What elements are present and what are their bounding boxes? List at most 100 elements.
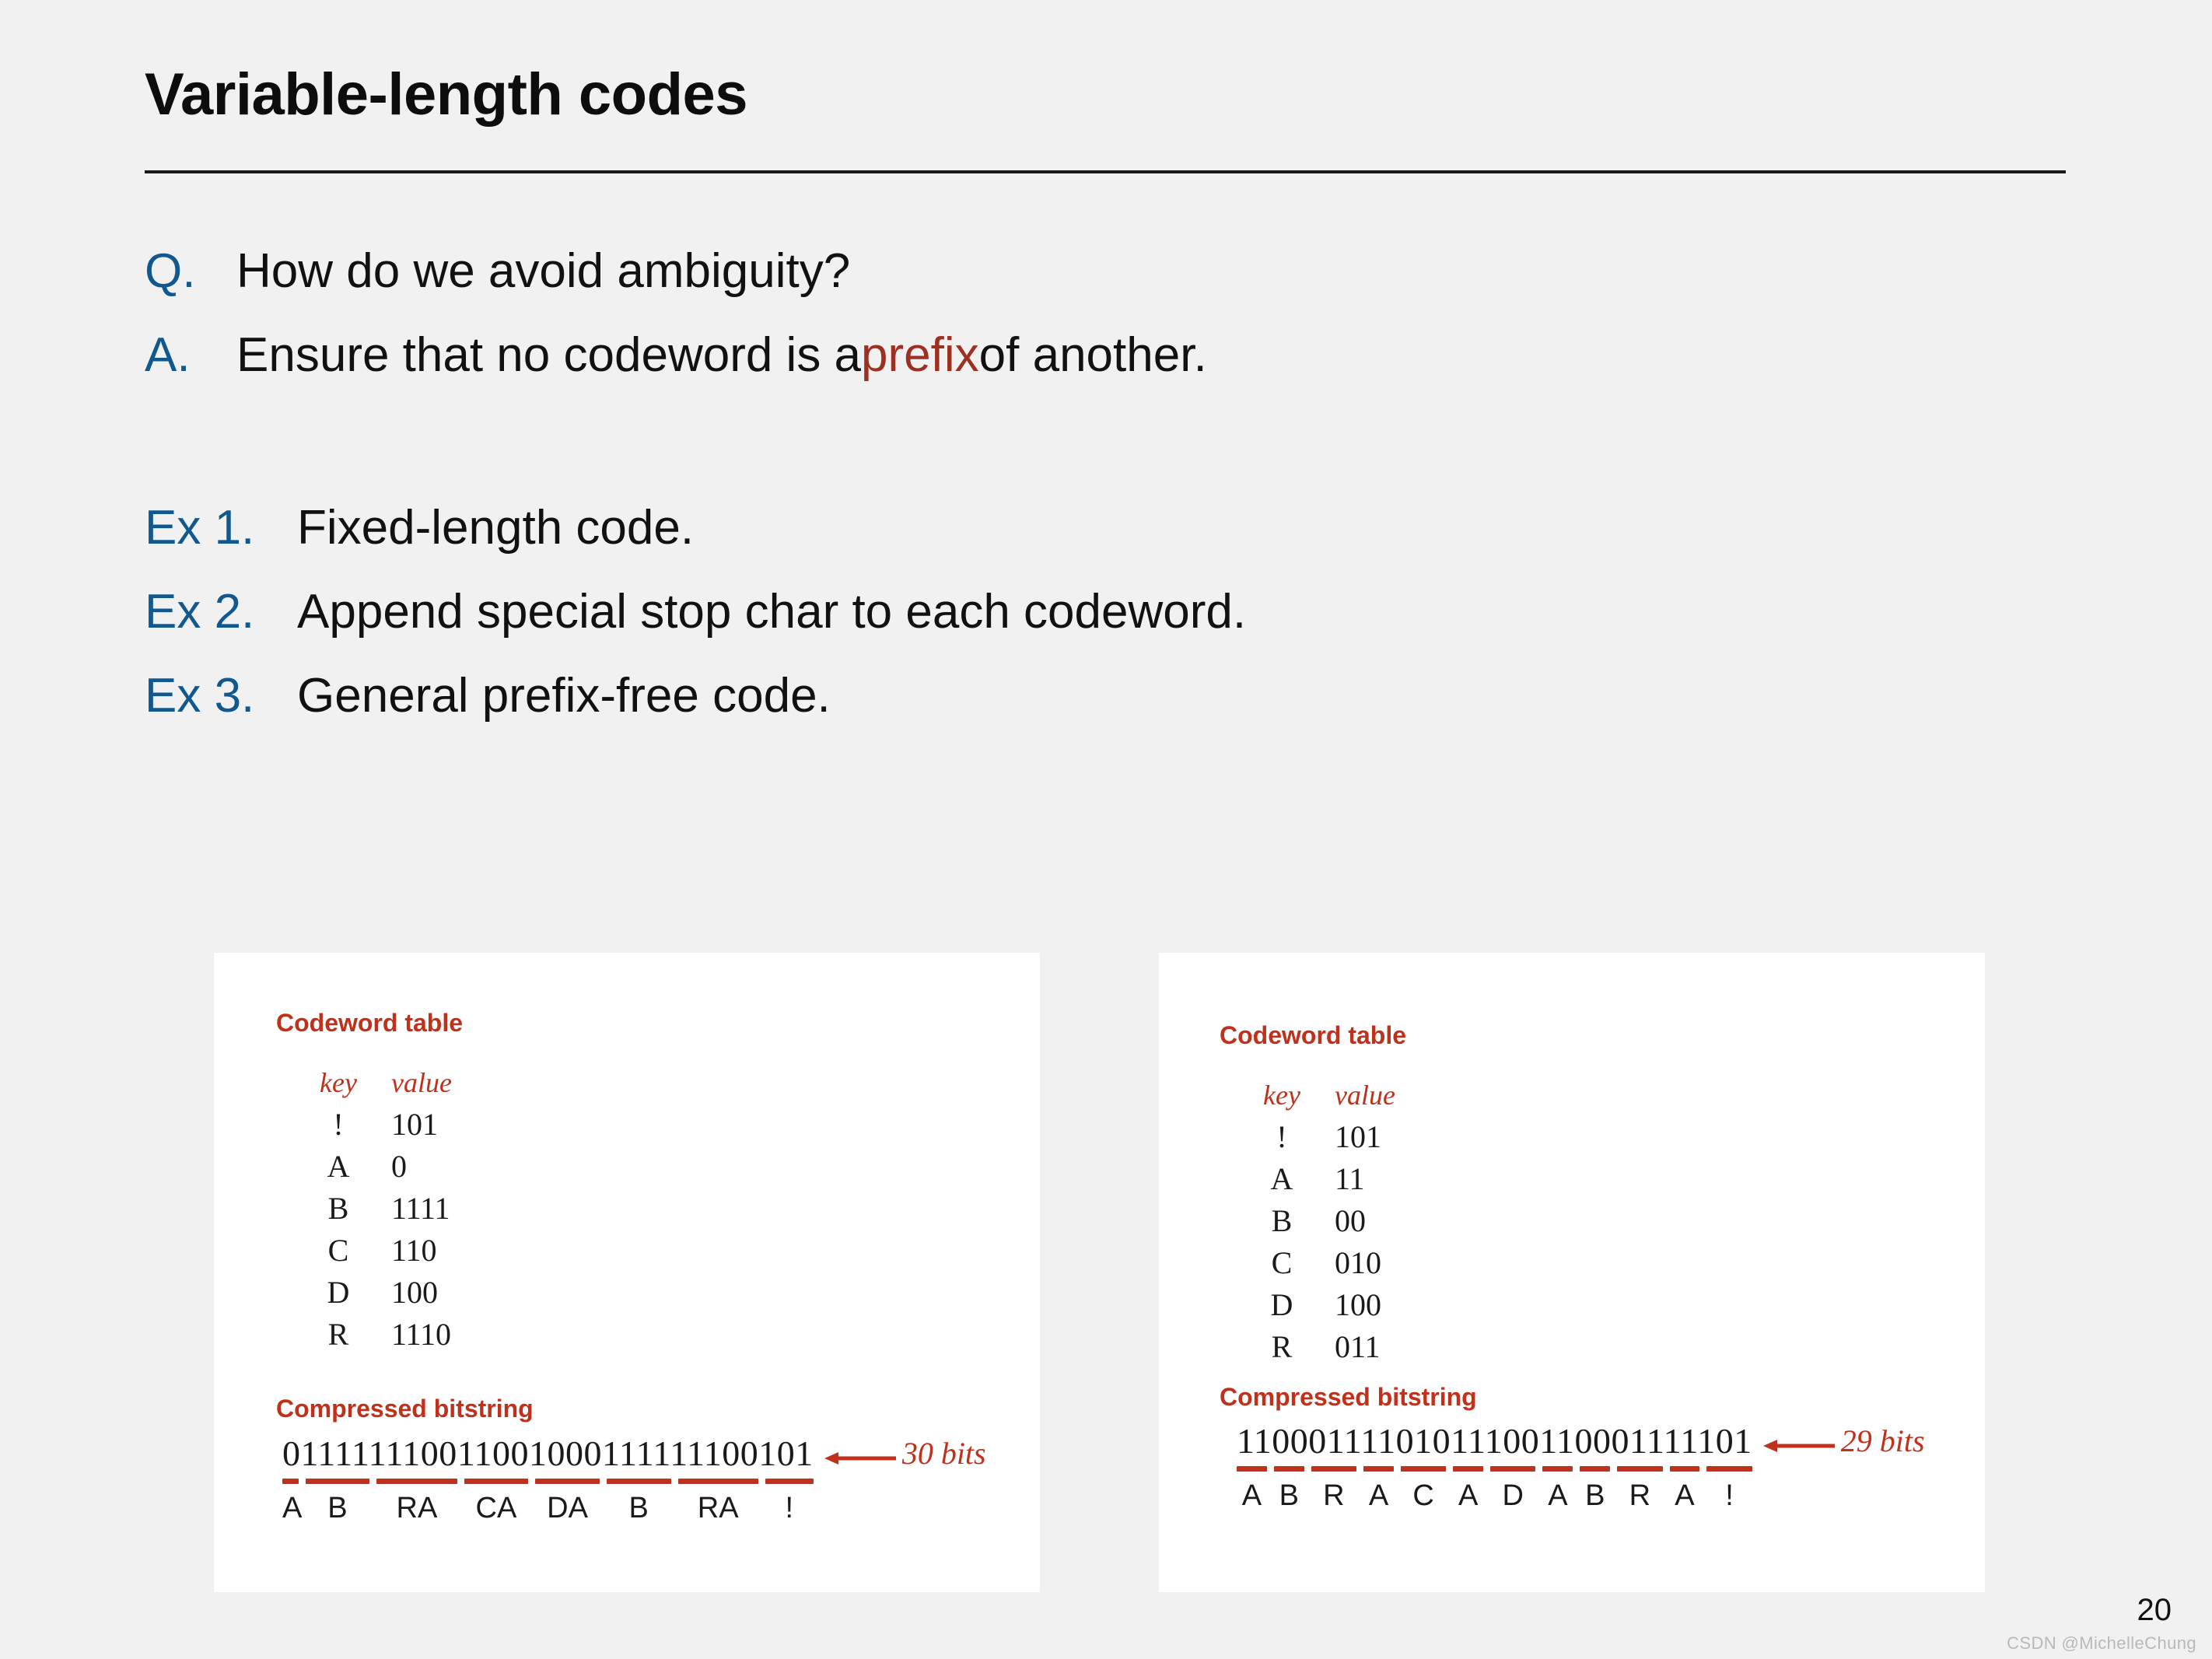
segment-label: C <box>1412 1479 1434 1512</box>
column-header-value: value <box>391 1067 452 1098</box>
cell-value: 1111 <box>391 1191 450 1226</box>
column-header-value: value <box>1335 1080 1395 1111</box>
answer-tag: A. <box>145 328 191 382</box>
segment-underline <box>1363 1466 1394 1472</box>
segment-label: R <box>1629 1479 1651 1512</box>
table-row: B 1111 <box>299 1188 531 1230</box>
compressed-bitstring-group-right: 11000111101011100110001111101 29 bits AB… <box>1237 1421 1925 1514</box>
cell-value: 00 <box>1335 1203 1366 1238</box>
cell-key: D <box>1270 1287 1293 1322</box>
example-tag-1: Ex 1. <box>145 501 255 555</box>
question-line: Q. How do we avoid ambiguity? <box>145 229 2011 313</box>
cell-key: A <box>327 1149 350 1184</box>
segment-underline <box>1237 1466 1267 1472</box>
example-text-2: Append special stop char to each codewor… <box>297 585 1247 639</box>
segment-label: R <box>1323 1479 1345 1512</box>
segment-underline <box>1706 1466 1752 1472</box>
segment-label: B <box>628 1492 649 1524</box>
segment-label: A <box>1368 1479 1389 1512</box>
table-row: C 110 <box>299 1230 531 1272</box>
bit-count-note-left: 30 bits <box>901 1436 986 1471</box>
table-row: R 011 <box>1243 1326 1475 1368</box>
segment-label: A <box>1675 1479 1695 1512</box>
segment-label: RA <box>697 1492 739 1524</box>
segment-underline <box>1400 1466 1447 1472</box>
cell-key: R <box>1271 1329 1293 1364</box>
left-arrow-icon <box>1762 1440 1835 1452</box>
codeword-table-header-left: key value <box>299 1062 531 1104</box>
example-tag-3: Ex 3. <box>145 669 255 723</box>
segment-underline <box>1453 1466 1484 1472</box>
answer-text-before: Ensure that no codeword is a <box>236 328 862 382</box>
segment-underline <box>677 1479 758 1484</box>
example-panel-left: Codeword table key value ! 101 A 0 B 111… <box>214 953 1040 1592</box>
segment-underline <box>282 1479 299 1484</box>
bit-count-note-right: 29 bits <box>1840 1423 1925 1458</box>
answer-line: A. Ensure that no codeword is a prefix o… <box>145 313 2011 397</box>
segment-underline <box>535 1479 600 1484</box>
question-text: How do we avoid ambiguity? <box>236 244 851 298</box>
cell-value: 101 <box>391 1107 438 1142</box>
segment-underline <box>1542 1466 1573 1472</box>
column-header-key: key <box>320 1067 357 1098</box>
example-panel-right: Codeword table key value ! 101 A 11 B 00… <box>1159 953 1985 1592</box>
segment-label: A <box>1241 1479 1262 1512</box>
table-row: ! 101 <box>299 1104 531 1146</box>
segment-underline <box>1273 1466 1304 1472</box>
segment-letters-right: A B R A C A D A B R A! <box>1237 1478 1925 1514</box>
bitstring-left: 011111110011001000111111100101 <box>282 1433 814 1473</box>
segment-label: B <box>1585 1479 1605 1512</box>
segment-label: A <box>1548 1479 1568 1512</box>
example-tag-2: Ex 2. <box>145 585 255 639</box>
cell-value: 11 <box>1335 1161 1365 1196</box>
segment-underlines-left <box>282 1479 986 1484</box>
cell-key: R <box>327 1317 349 1352</box>
compressed-bitstring-group-left: 011111110011001000111111100101 30 bits A… <box>282 1433 986 1526</box>
segment-label: CA <box>475 1492 517 1524</box>
table-row: A 11 <box>1243 1158 1475 1200</box>
segment-label: RA <box>396 1492 438 1524</box>
segment-label: D <box>1502 1479 1524 1512</box>
qa-block: Q. How do we avoid ambiguity? A. Ensure … <box>145 229 2011 397</box>
segment-label: DA <box>547 1492 588 1524</box>
cell-value: 110 <box>391 1233 437 1268</box>
cell-value: 011 <box>1335 1329 1381 1364</box>
segment-underline <box>305 1479 370 1484</box>
segment-underline <box>376 1479 457 1484</box>
segment-label: ! <box>785 1492 794 1524</box>
example-text-3: General prefix-free code. <box>297 669 831 723</box>
codeword-table-right: key value ! 101 A 11 B 00 C 010 D 100 R … <box>1243 1074 1475 1368</box>
codeword-table-left: key value ! 101 A 0 B 1111 C 110 D 100 R… <box>299 1062 531 1356</box>
cell-key: A <box>1270 1161 1293 1196</box>
cell-key: D <box>327 1275 350 1310</box>
cell-key: ! <box>333 1107 344 1142</box>
left-arrow-icon <box>824 1452 896 1465</box>
page-title: Variable-length codes <box>145 61 748 128</box>
segment-underline <box>1617 1466 1663 1472</box>
segment-underline <box>606 1479 671 1484</box>
segment-label: B <box>1279 1479 1299 1512</box>
answer-text-after: of another. <box>978 328 1207 382</box>
cell-key: B <box>1271 1203 1293 1238</box>
cell-key: ! <box>1276 1119 1287 1154</box>
segment-underline <box>765 1479 814 1484</box>
example-line-2: Ex 2. Append special stop char to each c… <box>145 570 2011 654</box>
bitstring-right: 11000111101011100110001111101 <box>1237 1421 1752 1461</box>
segment-underlines-right <box>1237 1466 1925 1472</box>
cell-key: C <box>327 1233 349 1268</box>
segment-underline <box>464 1479 529 1484</box>
column-header-key: key <box>1263 1080 1300 1111</box>
answer-highlight-prefix: prefix <box>861 328 979 382</box>
segment-label: A <box>282 1492 303 1524</box>
segment-underline <box>1580 1466 1611 1472</box>
table-row: R 1110 <box>299 1314 531 1356</box>
table-row: A 0 <box>299 1146 531 1188</box>
segment-label: A <box>1458 1479 1479 1512</box>
page-number: 20 <box>2137 1593 2172 1627</box>
title-divider <box>145 170 2066 173</box>
codeword-table-header-right: key value <box>1243 1074 1475 1116</box>
cell-value: 100 <box>391 1275 438 1310</box>
segment-underline <box>1311 1466 1357 1472</box>
segment-underline <box>1490 1466 1536 1472</box>
watermark: CSDN @MichelleChung <box>2007 1633 2196 1653</box>
